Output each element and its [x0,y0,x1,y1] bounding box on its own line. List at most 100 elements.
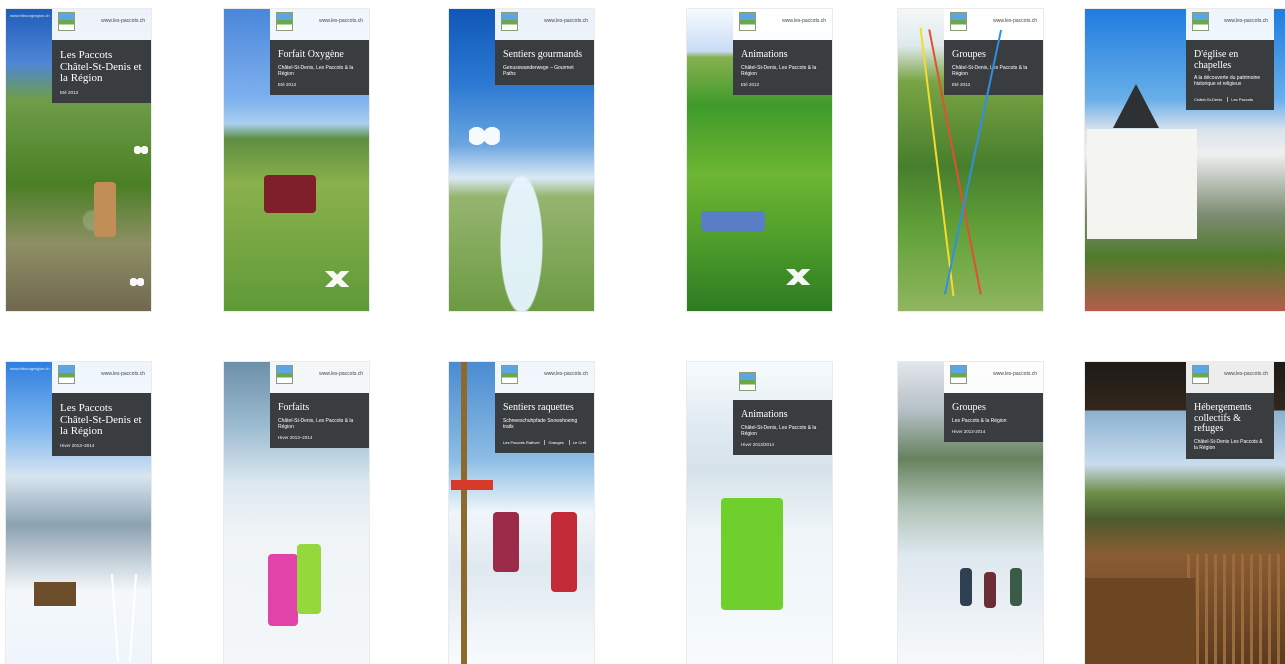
brochure-title-panel: Sentiers raquettes Schneeschuhpfade Snow… [495,393,594,453]
brochure-title-panel: Forfaits Châtel-St-Denis, Les Paccots & … [270,393,369,448]
brochure-title: Les Paccots Châtel-St-Denis et la Région [60,49,142,85]
brochure-header-strip: www.les-paccots.ch [52,9,151,40]
brochure-site: www.les-paccots.ch [101,18,145,24]
logo-icon [58,365,75,384]
brochure-header-strip: www.les-paccots.ch [52,362,151,393]
brochure-title-panel: Forfait Oxygène Châtel-St-Denis, Les Pac… [270,40,369,95]
logo-icon [501,12,518,31]
brochure-tag: www.fribourgregion.ch [10,366,50,371]
logo-icon [950,12,967,31]
brochure-title: D'église en chapelles [1194,49,1239,71]
brochure-title-panel: D'église en chapelles A la découverte du… [1186,40,1274,110]
logo-icon [950,365,967,384]
brochure-title: Forfait Oxygène [278,49,344,60]
logo-icon [1192,365,1209,384]
brochure-subtitle: Châtel-St-Denis, Les Paccots & la Région [741,424,817,437]
brochure-subtitle: Châtel-St-Denis, Les Paccots & la Région [741,64,817,77]
brochure-title-panel: Animations Châtel-St-Denis, Les Paccots … [733,40,832,95]
brochure-site: www.les-paccots.ch [544,371,588,377]
brochure-card-winter-3[interactable]: www.les-paccots.ch Sentiers raquettes Sc… [449,362,594,664]
brochure-season: Hiver 2013/2014 [741,441,775,447]
brochure-header-strip: www.les-paccots.ch [1186,362,1274,393]
brochure-site: www.les-paccots.ch [993,18,1037,24]
brochure-card-summer-5[interactable]: www.les-paccots.ch Groupes Châtel-St-Den… [898,9,1043,311]
brochure-title-panel: Animations Châtel-St-Denis, Les Paccots … [733,400,832,455]
brochure-meta-row: Châtel-St-Denis Les Paccots [1194,97,1266,102]
brochure-title: Forfaits [278,402,310,413]
brochure-title: Hébergements collectifs & refuges [1194,402,1252,434]
brochure-meta-3: Le Crêt [568,439,586,445]
logo-icon [1192,12,1209,31]
brochure-title-panel: Groupes Les Paccots & la Région Hiver 20… [944,393,1043,442]
butterfly-icon [469,125,500,147]
brochure-season: Eté 2013 [952,81,971,87]
brochure-subtitle: Châtel-St-Denis, Les Paccots & la Région [278,417,354,430]
brochure-season: Eté 2013 [278,81,297,87]
brochure-card-summer-4[interactable]: www.les-paccots.ch Animations Châtel-St-… [687,9,832,311]
bird-icon [785,269,811,285]
trail-signpost [461,362,467,664]
brochure-title-panel: Les Paccots Châtel-St-Denis et la Région… [52,40,151,103]
brochure-header-strip: www.les-paccots.ch [270,9,369,40]
brochure-card-winter-5[interactable]: www.les-paccots.ch Groupes Les Paccots &… [898,362,1043,664]
brochure-header-strip: www.les-paccots.ch [733,9,832,40]
brochure-subtitle: Châtel-St-Denis Les Paccots & la Région [1194,438,1263,451]
brochure-meta-2: Granges [544,439,564,445]
logo-icon [58,12,75,31]
brochure-grid: www.fribourgregion.ch www.les-paccots.ch… [0,0,1285,664]
brochure-header-strip: www.les-paccots.ch [270,362,369,393]
brochure-card-summer-6[interactable]: www.les-paccots.ch D'église en chapelles… [1085,9,1285,311]
brochure-card-winter-2[interactable]: www.les-paccots.ch Forfaits Châtel-St-De… [224,362,369,664]
brochure-header-strip: www.les-paccots.ch [1186,9,1274,40]
brochure-season: Eté 2013 [60,89,79,95]
logo-icon [739,12,756,31]
butterfly-icon [130,277,144,287]
brochure-title: Sentiers raquettes [503,402,574,413]
brochure-subtitle: Les Paccots & la Région [952,417,1007,424]
brochure-site: www.les-paccots.ch [993,371,1037,377]
brochure-tag: www.fribourgregion.ch [10,13,50,18]
brochure-card-winter-1[interactable]: www.fribourgregion.ch www.les-paccots.ch… [6,362,151,664]
logo-icon [501,365,518,384]
brochure-meta-left: Châtel-St-Denis [1194,97,1223,102]
brochure-card-winter-4[interactable]: Animations Châtel-St-Denis, Les Paccots … [687,362,832,664]
brochure-site: www.les-paccots.ch [544,18,588,24]
brochure-subtitle: Châtel-St-Denis, Les Paccots & la Région [278,64,354,77]
brochure-site: www.les-paccots.ch [782,18,826,24]
logo-icon [739,372,756,391]
brochure-title: Sentiers gourmands [503,49,583,60]
brochure-card-winter-6[interactable]: www.les-paccots.ch Hébergements collecti… [1085,362,1285,664]
logo-icon [276,12,293,31]
brochure-header-strip: www.les-paccots.ch [944,362,1043,393]
brochure-title: Animations [741,49,788,60]
trail-sign [451,480,493,490]
brochure-meta-row: Les Paccots Rathvel Granges Le Crêt [503,439,586,445]
brochure-meta-right: Les Paccots [1227,97,1253,102]
brochure-season: Hiver 2013–2014 [60,442,95,448]
brochure-site: www.les-paccots.ch [319,18,363,24]
brochure-title-panel: Hébergements collectifs & refuges Châtel… [1186,393,1274,459]
brochure-header-strip: www.les-paccots.ch [495,362,594,393]
brochure-subtitle: Genusswanderwege – Gourmet Paths [503,64,574,77]
brochure-card-summer-2[interactable]: www.les-paccots.ch Forfait Oxygène Châte… [224,9,369,311]
brochure-title: Groupes [952,402,986,413]
butterfly-icon [134,145,148,155]
brochure-site: www.les-paccots.ch [1224,18,1268,24]
brochure-header-strip: www.les-paccots.ch [944,9,1043,40]
brochure-site: www.les-paccots.ch [319,371,363,377]
brochure-season: Hiver 2013–2014 [278,434,313,440]
brochure-header-strip: www.les-paccots.ch [495,9,594,40]
brochure-title: Animations [741,409,788,420]
brochure-card-summer-1[interactable]: www.fribourgregion.ch www.les-paccots.ch… [6,9,151,311]
brochure-subtitle: Schneeschuhpfade Snowshoeing trails [503,417,578,430]
brochure-site: www.les-paccots.ch [101,371,145,377]
bird-icon [324,271,350,287]
brochure-meta-1: Les Paccots Rathvel [503,439,540,445]
brochure-title: Les Paccots Châtel-St-Denis et la Région [60,402,142,438]
logo-icon [276,365,293,384]
brochure-card-summer-3[interactable]: www.les-paccots.ch Sentiers gourmands Ge… [449,9,594,311]
brochure-title-panel: Sentiers gourmands Genusswanderwege – Go… [495,40,594,85]
brochure-season: Eté 2013 [741,81,760,87]
brochure-title-panel: Les Paccots Châtel-St-Denis et la Région… [52,393,151,456]
brochure-subtitle: A la découverte du patrimoine historique… [1194,75,1261,87]
